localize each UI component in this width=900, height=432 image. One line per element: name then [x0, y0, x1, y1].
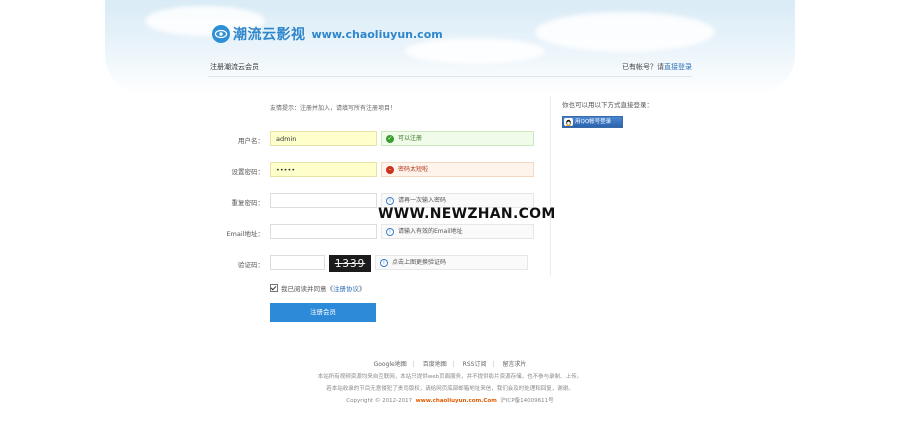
captcha-label: 验证码： [238, 261, 264, 269]
qq-login-label: 用QQ帐号登录 [575, 119, 612, 125]
password-message: 密码太短啦 [398, 166, 429, 173]
agree-end: 》 [359, 285, 366, 293]
footer-link-google-map[interactable]: Google地图 [374, 361, 407, 368]
login-link[interactable]: 直接登录 [664, 63, 692, 71]
username-status: ✓ 可以注册 [381, 131, 534, 146]
footer-copyright: Copyright © 2012-2017 www.chaoliuyun.com… [0, 396, 900, 404]
info-icon: i [386, 197, 394, 205]
captcha-message: 点击上图更换验证码 [392, 259, 447, 266]
logo-chinese-name: 潮流云影视 [233, 27, 306, 43]
agreement-link[interactable]: 注册协议 [333, 283, 359, 293]
icp-number[interactable]: 沪ICP备14009611号 [500, 398, 553, 404]
copyright-brand[interactable]: www.chaoliuyun.com.Com [416, 398, 497, 404]
other-login-text: 你也可以用以下方式直接登录： [562, 101, 653, 109]
footer-link-rss[interactable]: RSS订阅 [463, 361, 487, 368]
side-divider [550, 96, 551, 276]
footer-links: Google地图 | 百度地图 | RSS订阅 | 留言求片 [373, 361, 527, 368]
confirm-password-label: 重复密码： [231, 199, 265, 207]
register-button[interactable]: 注册会员 [270, 303, 376, 322]
qq-penguin-icon [564, 118, 573, 126]
password-label: 设置密码： [231, 168, 265, 176]
agree-checkbox[interactable] [270, 284, 278, 292]
header-divider [208, 76, 692, 77]
check-icon: ✓ [386, 135, 394, 143]
confirm-password-input[interactable] [270, 193, 377, 208]
email-hint: i 请输入有效的Email地址 [381, 224, 534, 239]
error-icon: – [386, 166, 394, 174]
agree-row: 我已阅读并同意《 注册协议》 [270, 283, 366, 293]
password-input[interactable] [270, 162, 377, 177]
info-icon: i [386, 228, 394, 236]
agree-text: 我已阅读并同意《 [281, 285, 333, 293]
email-input[interactable] [270, 224, 377, 239]
logo-domain: www.chaoliuyun.com [311, 27, 443, 41]
page: 潮流云影视 www.chaoliuyun.com 注册潮流云会员 已有帐号？请直… [0, 0, 900, 432]
footer-link-baidu-map[interactable]: 百度地图 [423, 361, 447, 368]
password-status: – 密码太短啦 [381, 162, 534, 177]
copyright-prefix: Copyright © 2012-2017 [346, 398, 413, 404]
site-logo[interactable]: 潮流云影视 www.chaoliuyun.com [212, 24, 443, 44]
watermark-text: WWW.NEWZHAN.COM [378, 206, 556, 222]
page-title: 注册潮流云会员 [210, 63, 259, 71]
form-tip: 友情提示：注册并加入，请填写所有注册项目！ [270, 105, 397, 112]
footer-disclaimer-2: 若本站收录的节目无意侵犯了贵司版权，请给网页底部邮箱地址来信，我们会及时处理和回… [326, 386, 574, 392]
username-input[interactable] [270, 131, 377, 146]
eye-logo-icon [212, 25, 230, 43]
have-account-text: 已有帐号？请 [622, 63, 664, 71]
username-label: 用户名： [238, 137, 264, 145]
qq-login-button[interactable]: 用QQ帐号登录 [562, 116, 623, 128]
captcha-hint: i 点击上图更换验证码 [375, 255, 528, 270]
captcha-image[interactable]: 1339 [329, 255, 371, 272]
captcha-input[interactable] [270, 255, 325, 270]
have-account-notice: 已有帐号？请直接登录 [622, 62, 692, 72]
email-label: Email地址： [226, 230, 264, 238]
confirm-password-message: 请再一次输入密码 [398, 197, 447, 204]
footer-link-request[interactable]: 留言求片 [502, 361, 526, 368]
username-message: 可以注册 [398, 135, 423, 142]
info-icon: i [380, 259, 388, 267]
footer-disclaimer-1: 本站所有视频资源均来自互联网，本站只提供web页面服务，并不提供影片资源存储，也… [317, 374, 583, 380]
email-message: 请输入有效的Email地址 [398, 228, 463, 235]
